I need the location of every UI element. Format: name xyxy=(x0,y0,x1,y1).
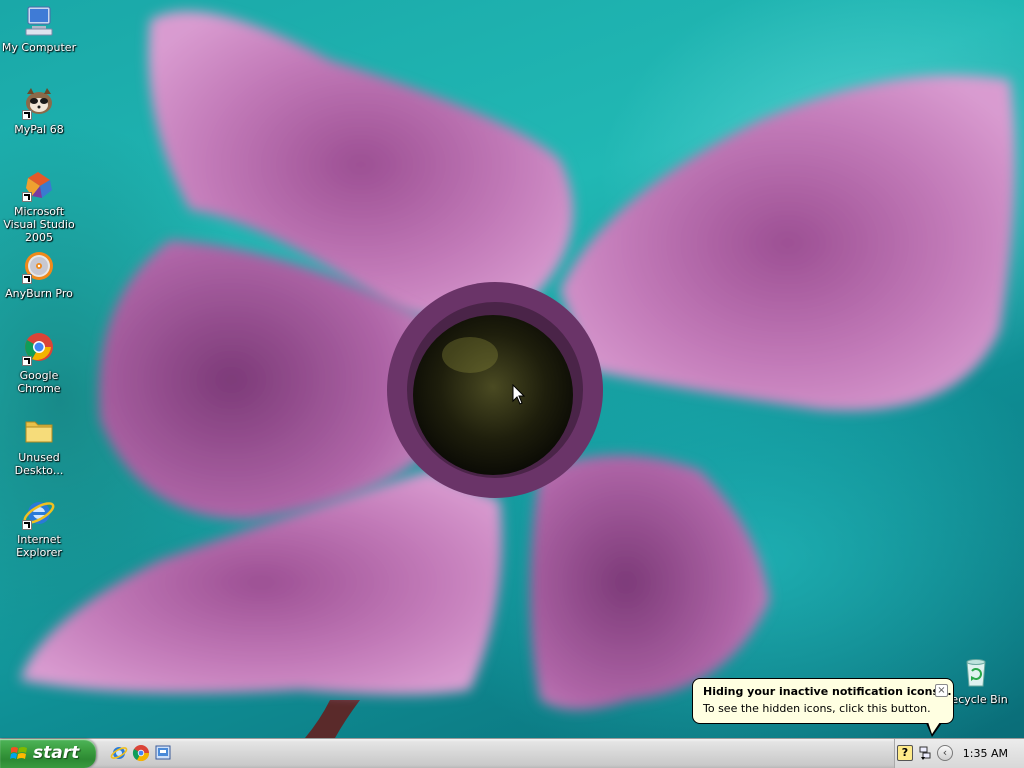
notification-balloon[interactable]: Hiding your inactive notification icons.… xyxy=(692,678,954,724)
balloon-text: To see the hidden icons, click this butt… xyxy=(703,702,931,715)
desktop-icon-label: Internet Explorer xyxy=(16,533,62,559)
shortcut-arrow-icon xyxy=(22,192,32,202)
chrome-icon[interactable] xyxy=(132,744,150,762)
desktop-icon-label: Microsoft Visual Studio 2005 xyxy=(3,205,75,244)
desktop-icon-unused-desktop[interactable]: Unused Deskto... xyxy=(0,414,78,477)
expand-tray-button[interactable]: ‹ xyxy=(937,745,953,761)
windows-flag-icon xyxy=(10,747,27,759)
system-tray: ? ‹ 1:35 AM xyxy=(894,739,1024,768)
start-button[interactable]: start xyxy=(0,739,96,768)
desktop-icon-label: Unused Deskto... xyxy=(14,451,64,477)
taskbar: start ? ‹ 1:35 AM xyxy=(0,738,1024,768)
help-icon[interactable]: ? xyxy=(897,745,913,761)
mouse-cursor-icon xyxy=(512,384,526,405)
desktop-icon-label: Google Chrome xyxy=(17,369,61,395)
internet-explorer-icon[interactable] xyxy=(110,744,128,762)
start-label: start xyxy=(33,743,80,763)
balloon-title: Hiding your inactive notification icons.… xyxy=(703,685,952,698)
desktop-icon-anyburn[interactable]: AnyBurn Pro xyxy=(0,250,78,300)
shortcut-arrow-icon xyxy=(22,520,32,530)
desktop-icon-label: AnyBurn Pro xyxy=(5,287,73,300)
show-desktop-icon[interactable] xyxy=(154,744,172,762)
shortcut-arrow-icon xyxy=(22,274,32,284)
desktop-icon-visual-studio[interactable]: Microsoft Visual Studio 2005 xyxy=(0,168,78,244)
recycle-bin-icon xyxy=(966,659,986,687)
desktop-icon-google-chrome[interactable]: Google Chrome xyxy=(0,332,78,395)
shortcut-arrow-icon xyxy=(22,110,32,120)
desktop-icon-my-computer[interactable]: My Computer xyxy=(0,4,78,54)
wallpaper-flower xyxy=(20,11,1016,738)
folder-icon xyxy=(25,421,53,443)
desktop[interactable]: My Computer MyPal 68 Microsoft Visual St… xyxy=(0,0,1024,738)
balloon-close-button[interactable]: × xyxy=(935,684,948,697)
desktop-icon-label: MyPal 68 xyxy=(14,123,64,136)
desktop-icon-label: My Computer xyxy=(1,41,77,54)
shortcut-arrow-icon xyxy=(22,356,32,366)
desktop-icon-internet-explorer[interactable]: Internet Explorer xyxy=(0,496,78,559)
my-computer-icon xyxy=(25,6,53,36)
desktop-icon-mypal[interactable]: MyPal 68 xyxy=(0,86,78,136)
network-icon[interactable] xyxy=(917,745,933,761)
clock[interactable]: 1:35 AM xyxy=(963,747,1008,760)
balloon-tail-fill xyxy=(928,722,940,734)
